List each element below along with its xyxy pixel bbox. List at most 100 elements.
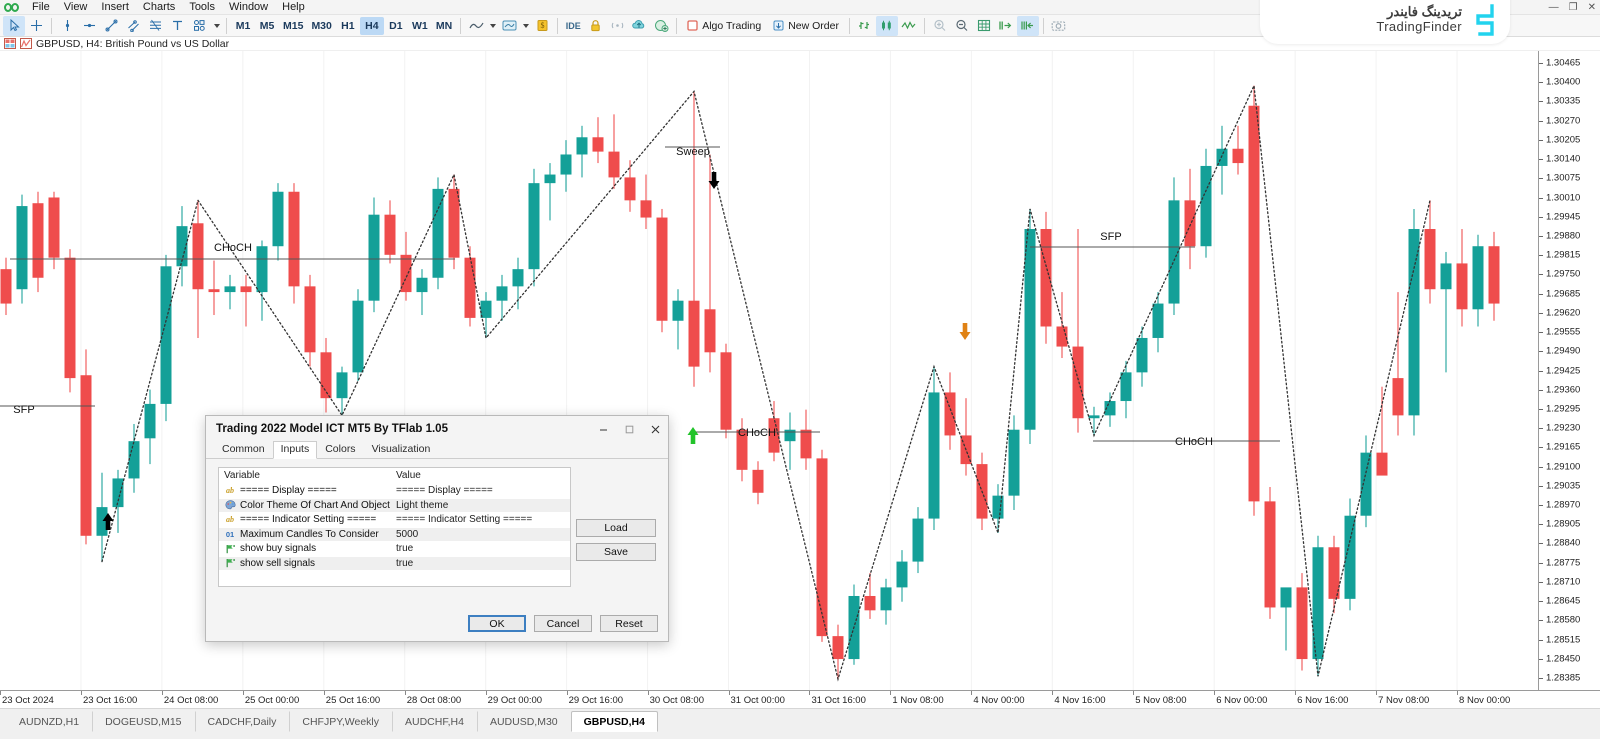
time-tick-mark	[405, 691, 406, 695]
price-tick-label: 1.29945	[1546, 211, 1580, 222]
new-order-button[interactable]: New Order	[767, 17, 845, 35]
input-value-cell[interactable]: ===== Indicator Setting =====	[391, 514, 570, 525]
time-axis[interactable]: 23 Oct 202423 Oct 16:0024 Oct 08:0025 Oc…	[0, 690, 1600, 708]
inputs-grid-row[interactable]: ab===== Indicator Setting ========== Ind…	[219, 513, 570, 528]
menu-item-file[interactable]: File	[25, 0, 57, 15]
auto-scroll-icon[interactable]	[1017, 16, 1039, 36]
crosshair-icon[interactable]	[25, 16, 47, 36]
scroll-end-icon[interactable]	[995, 16, 1017, 36]
price-tick-label: 1.29490	[1546, 346, 1580, 357]
chart-type-dropdown-icon[interactable]	[487, 16, 498, 36]
input-variable-label: ===== Display =====	[240, 485, 337, 496]
inputs-grid-row[interactable]: ab===== Display ========== Display =====	[219, 484, 570, 499]
chart-tab[interactable]: AUDUSD,M30	[477, 711, 571, 732]
save-button[interactable]: Save	[576, 543, 656, 561]
menu-item-window[interactable]: Window	[222, 0, 275, 15]
menu-item-insert[interactable]: Insert	[94, 0, 136, 15]
dialog-close-button[interactable]	[642, 416, 668, 442]
menu-item-tools[interactable]: Tools	[182, 0, 222, 15]
timeframe-m15[interactable]: M15	[279, 17, 307, 35]
cursor-icon[interactable]	[3, 16, 25, 36]
cloud-icon[interactable]	[628, 16, 650, 36]
text-icon[interactable]	[166, 16, 188, 36]
price-tick-label: 1.28905	[1546, 519, 1580, 530]
toolbar-divider	[51, 18, 52, 34]
timeframe-d1[interactable]: D1	[384, 17, 408, 35]
chart-tab[interactable]: GBPUSD,H4	[571, 711, 658, 732]
chart-tab[interactable]: DOGEUSD,M15	[92, 711, 194, 732]
dialog-footer-buttons: OK Cancel Reset	[468, 615, 658, 632]
minimize-button[interactable]: —	[1549, 2, 1559, 13]
reset-button[interactable]: Reset	[600, 615, 658, 632]
menu-item-help[interactable]: Help	[275, 0, 312, 15]
cancel-button[interactable]: Cancel	[534, 615, 592, 632]
tab-visualization[interactable]: Visualization	[364, 441, 439, 458]
inputs-grid-row[interactable]: show buy signalstrue	[219, 542, 570, 557]
line-mode-icon[interactable]	[898, 16, 920, 36]
shapes-dropdown-icon[interactable]	[210, 16, 222, 36]
price-tick-mark	[1539, 428, 1543, 429]
toolbar-divider-2	[226, 18, 227, 34]
shapes-icon[interactable]	[188, 16, 210, 36]
money-icon[interactable]: $	[531, 16, 553, 36]
restore-button[interactable]: ❐	[1569, 2, 1578, 13]
timeframe-m30[interactable]: M30	[307, 17, 335, 35]
signal-icon[interactable]	[606, 16, 628, 36]
input-value-cell[interactable]: Light theme	[391, 500, 570, 511]
line-chart-icon[interactable]	[465, 16, 487, 36]
trendline-icon[interactable]	[100, 16, 122, 36]
inputs-grid-row[interactable]: Color Theme Of Chart And ObjectLight the…	[219, 499, 570, 514]
dialog-maximize-button[interactable]	[616, 416, 642, 442]
input-value-cell[interactable]: true	[391, 558, 570, 569]
timeframe-w1[interactable]: W1	[408, 17, 432, 35]
chart-tab[interactable]: CHFJPY,Weekly	[289, 711, 392, 732]
horizontal-line-icon[interactable]	[78, 16, 100, 36]
market-icon[interactable]	[650, 16, 672, 36]
tab-colors[interactable]: Colors	[317, 441, 363, 458]
input-value-cell[interactable]: true	[391, 543, 570, 554]
chart-tabs-bar: AUDNZD,H1DOGEUSD,M15CADCHF,DailyCHFJPY,W…	[0, 708, 1600, 739]
vertical-line-icon[interactable]	[56, 16, 78, 36]
template-icon[interactable]	[498, 16, 520, 36]
bar-chart-icon[interactable]	[854, 16, 876, 36]
price-tick-label: 1.28580	[1546, 615, 1580, 626]
timeframe-m5[interactable]: M5	[255, 17, 279, 35]
dialog-title: Trading 2022 Model ICT MT5 By TFlab 1.05	[216, 423, 448, 435]
channel-icon[interactable]	[122, 16, 144, 36]
menu-item-charts[interactable]: Charts	[136, 0, 182, 15]
input-value-cell[interactable]: 5000	[391, 529, 570, 540]
chart-tab[interactable]: CADCHF,Daily	[195, 711, 290, 732]
load-button[interactable]: Load	[576, 519, 656, 537]
indicator-properties-dialog[interactable]: Trading 2022 Model ICT MT5 By TFlab 1.05…	[205, 415, 669, 642]
price-axis[interactable]: 1.304651.304001.303351.302701.302051.301…	[1538, 51, 1600, 690]
timeframe-h1[interactable]: H1	[336, 17, 360, 35]
chart-tab[interactable]: AUDCHF,H4	[392, 711, 477, 732]
ok-button[interactable]: OK	[468, 615, 526, 632]
zoom-out-icon[interactable]	[951, 16, 973, 36]
timeframe-m1[interactable]: M1	[231, 17, 255, 35]
ide-icon[interactable]: IDE	[562, 16, 584, 36]
tab-common[interactable]: Common	[214, 441, 273, 458]
template-dropdown-icon[interactable]	[520, 16, 531, 36]
dialog-title-bar[interactable]: Trading 2022 Model ICT MT5 By TFlab 1.05	[206, 416, 668, 442]
zoom-in-icon[interactable]	[929, 16, 951, 36]
input-value-cell[interactable]: ===== Display =====	[391, 485, 570, 496]
grid-icon[interactable]	[973, 16, 995, 36]
inputs-grid-row[interactable]: show sell signalstrue	[219, 557, 570, 572]
menu-item-view[interactable]: View	[57, 0, 95, 15]
screenshot-icon[interactable]	[1048, 16, 1070, 36]
price-tick-mark	[1539, 678, 1543, 679]
chart-tab[interactable]: AUDNZD,H1	[6, 711, 92, 732]
timeframe-h4[interactable]: H4	[360, 17, 384, 35]
fibonacci-icon[interactable]	[144, 16, 166, 36]
timeframe-mn[interactable]: MN	[432, 17, 456, 35]
dialog-minimize-button[interactable]	[590, 416, 616, 442]
tab-inputs[interactable]: Inputs	[273, 441, 318, 459]
algo-trading-button[interactable]: Algo Trading	[681, 17, 767, 35]
price-tick-mark	[1539, 101, 1543, 102]
inputs-grid[interactable]: VariableValueab===== Display ========== …	[218, 467, 571, 587]
candlestick-chart-icon[interactable]	[876, 16, 898, 36]
lock-icon[interactable]	[584, 16, 606, 36]
close-button[interactable]: ✕	[1588, 2, 1596, 13]
inputs-grid-row[interactable]: 01Maximum Candles To Consider5000	[219, 528, 570, 543]
